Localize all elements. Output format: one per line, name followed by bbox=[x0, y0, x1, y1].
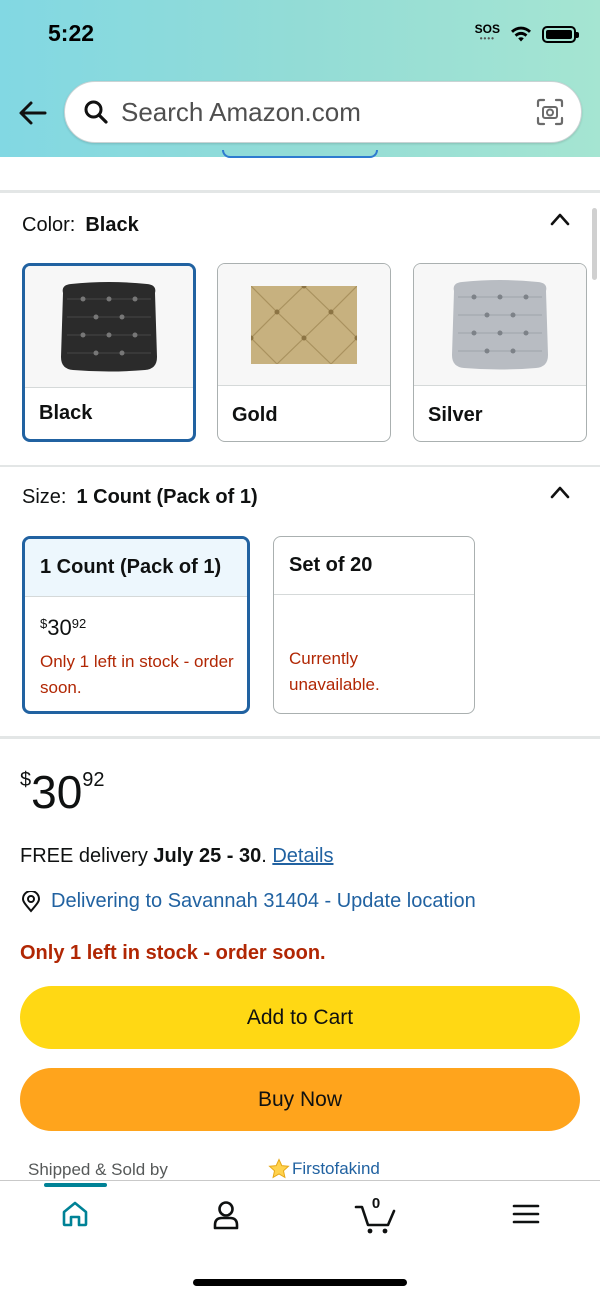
size-option-availability: Currently unavailable. bbox=[289, 649, 380, 694]
color-label: Color: Black bbox=[22, 214, 139, 237]
account-icon bbox=[213, 1201, 239, 1230]
camera-search-icon[interactable] bbox=[535, 97, 565, 127]
home-icon bbox=[62, 1201, 88, 1227]
chevron-up-icon[interactable] bbox=[550, 212, 570, 226]
delivery-details-link[interactable]: Details bbox=[272, 845, 333, 867]
location-text[interactable]: Delivering to Savannah 31404 - Update lo… bbox=[51, 890, 476, 913]
size-option-title: 1 Count (Pack of 1) bbox=[25, 539, 247, 597]
size-option-set-of-20[interactable]: Set of 20 Currently unavailable. bbox=[273, 536, 475, 714]
swatch-label: Black bbox=[39, 402, 93, 424]
black-cushion-image bbox=[25, 266, 193, 388]
section-divider bbox=[0, 190, 600, 193]
size-option-1-count[interactable]: 1 Count (Pack of 1) $3092 Only 1 left in… bbox=[22, 536, 250, 714]
seller-link[interactable]: Firstofakind bbox=[268, 1158, 380, 1180]
search-icon bbox=[84, 100, 108, 124]
product-price: $3092 bbox=[20, 765, 105, 819]
sos-indicator: SOS •••• bbox=[475, 23, 500, 44]
size-option-stock-note: Only 1 left in stock - order soon. bbox=[40, 652, 234, 697]
size-label: Size: 1 Count (Pack of 1) bbox=[22, 486, 258, 509]
gold-leather-image bbox=[218, 264, 390, 386]
size-label-text: Size: bbox=[22, 486, 67, 508]
section-divider bbox=[0, 736, 600, 739]
size-option-price: $3092 bbox=[40, 615, 247, 641]
delivery-period: . bbox=[261, 845, 267, 867]
swatch-label: Gold bbox=[232, 404, 278, 426]
status-icons: SOS •••• bbox=[475, 23, 579, 44]
previous-tab-outline bbox=[222, 150, 378, 158]
delivery-dates: July 25 - 30 bbox=[153, 845, 262, 867]
price-whole: 30 bbox=[31, 766, 83, 818]
add-to-cart-button[interactable]: Add to Cart bbox=[20, 986, 580, 1049]
star-icon bbox=[268, 1158, 290, 1179]
color-label-text: Color: bbox=[22, 214, 76, 236]
scrollbar[interactable] bbox=[592, 208, 597, 280]
search-bar[interactable] bbox=[64, 81, 582, 143]
status-time: 5:22 bbox=[48, 20, 95, 46]
delivery-prefix: FREE delivery bbox=[20, 845, 148, 867]
battery-icon bbox=[542, 25, 579, 43]
nav-menu[interactable] bbox=[496, 1199, 556, 1239]
color-swatch-silver[interactable]: Silver bbox=[413, 263, 587, 442]
app-header: 5:22 SOS •••• bbox=[0, 0, 600, 157]
cart-count: 0 bbox=[371, 1195, 381, 1212]
nav-account[interactable] bbox=[196, 1199, 256, 1239]
nav-cart[interactable]: 0 bbox=[345, 1195, 407, 1239]
nav-home[interactable] bbox=[45, 1199, 105, 1239]
active-tab-indicator bbox=[44, 1183, 107, 1187]
price-fraction: 92 bbox=[71, 616, 87, 631]
color-selected-value: Black bbox=[85, 214, 139, 236]
shipped-sold-by-label: Shipped & Sold by bbox=[28, 1160, 168, 1179]
menu-icon bbox=[512, 1204, 540, 1224]
search-input[interactable] bbox=[121, 96, 511, 128]
color-swatch-gold[interactable]: Gold bbox=[217, 263, 391, 442]
location-pin-icon bbox=[21, 890, 41, 913]
wifi-icon bbox=[511, 26, 531, 41]
color-swatch-black[interactable]: Black bbox=[22, 263, 196, 442]
chevron-up-icon[interactable] bbox=[550, 485, 570, 499]
price-fraction: 92 bbox=[82, 769, 105, 791]
back-arrow-icon[interactable] bbox=[16, 96, 50, 130]
buy-now-button[interactable]: Buy Now bbox=[20, 1068, 580, 1131]
stock-warning: Only 1 left in stock - order soon. bbox=[20, 942, 326, 964]
home-indicator bbox=[193, 1279, 407, 1286]
size-option-title: Set of 20 bbox=[274, 537, 474, 595]
delivery-location-link[interactable]: Delivering to Savannah 31404 - Update lo… bbox=[20, 890, 476, 913]
price-whole: 30 bbox=[47, 615, 72, 640]
size-selected-value: 1 Count (Pack of 1) bbox=[76, 486, 258, 508]
section-divider bbox=[0, 465, 600, 467]
delivery-info: FREE delivery July 25 - 30. Details bbox=[20, 845, 333, 868]
swatch-label: Silver bbox=[428, 404, 483, 426]
price-currency: $ bbox=[20, 769, 32, 791]
silver-cushion-image bbox=[414, 264, 586, 386]
seller-name[interactable]: Firstofakind bbox=[292, 1159, 380, 1179]
